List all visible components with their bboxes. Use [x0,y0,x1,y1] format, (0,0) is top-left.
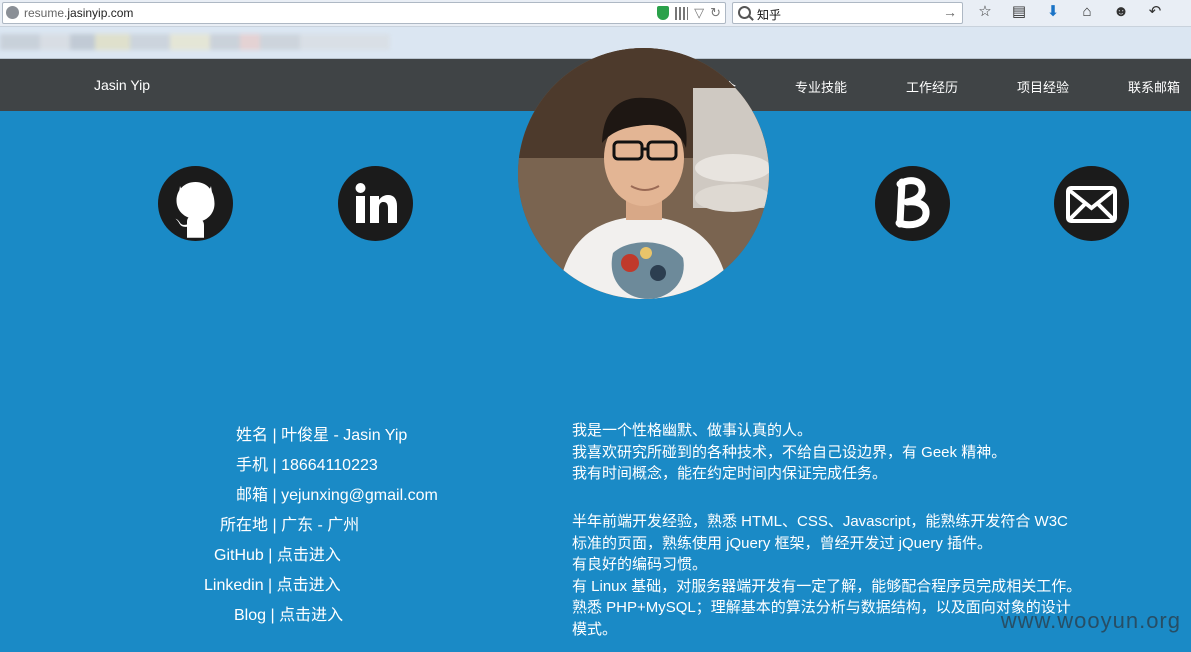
separator: | [268,487,282,504]
reload-icon[interactable]: ↻ [710,4,721,22]
profile-label: 手机 [236,457,269,474]
linkedin-link[interactable]: 点击进入 [277,577,341,594]
separator: | [263,547,277,564]
nav-item-email[interactable]: 联系邮箱 [1128,77,1180,96]
about-line: 半年前端开发经验，熟悉 HTML、CSS、Javascript，能熟练开发符合 … [572,513,1068,530]
about-line: 我是一个性格幽默、做事认真的人。 [572,422,813,439]
profile-label: 邮箱 [236,487,269,504]
globe-icon [6,6,19,19]
separator: | [268,517,282,534]
separator: | [263,577,277,594]
about-line: 我喜欢研究所碰到的各种技术，不给自己设边界，有 Geek 精神。 [572,443,1007,461]
nav-item-experience[interactable]: 工作经历 [906,77,958,96]
profile-row-phone: 手机 | 18664110223 [236,451,378,475]
profile-row-github: GitHub | 点击进入 [214,541,341,565]
address-bar[interactable]: resume.jasinyip.com ▽ ↻ [2,2,726,24]
nav-item-skills[interactable]: 专业技能 [795,77,847,96]
profile-value: 18664110223 [281,457,378,474]
profile-row-location: 所在地 | 广东 - 广州 [220,511,359,535]
profile-label: 姓名 [236,427,269,444]
watermark: www.wooyun.org [1000,608,1181,633]
github-icon[interactable] [158,166,233,241]
separator: | [268,457,282,474]
download-icon[interactable]: ⬇ [1036,2,1070,22]
blog-link[interactable]: 点击进入 [279,607,343,624]
search-bar[interactable]: 知乎 → [732,2,963,24]
separator: | [266,607,280,624]
avatar [518,48,769,299]
nav-item-projects[interactable]: 项目经验 [1017,77,1069,96]
linkedin-icon[interactable] [338,166,413,241]
profile-row-blog: Blog | 点击进入 [234,601,343,625]
home-icon[interactable]: ⌂ [1070,2,1104,22]
star-icon[interactable]: ☆ [968,2,1002,22]
browser-toolbar: resume.jasinyip.com ▽ ↻ 知乎 → ☆ ▤ ⬇ ⌂ ☻ ↶ [0,0,1191,27]
back-icon[interactable]: ↶ [1138,2,1172,22]
blog-icon[interactable] [875,166,950,241]
profile-label: 所在地 [220,517,269,534]
search-input[interactable]: 知乎 [757,6,781,23]
url-text[interactable]: resume.jasinyip.com [24,6,133,20]
site-brand[interactable]: Jasin Yip [94,77,150,93]
about-paragraph-1: 我是一个性格幽默、做事认真的人。 我喜欢研究所碰到的各种技术，不给自己设边界，有… [572,420,1006,485]
about-line: 有良好的编码习惯。 [572,556,708,573]
email-icon[interactable] [1054,166,1129,241]
separator: | [268,427,282,444]
about-line: 标准的页面，熟练使用 jQuery 框架，曾经开发过 jQuery 插件。 [572,534,993,552]
github-link[interactable]: 点击进入 [277,547,341,564]
profile-label: Blog [234,607,267,624]
profile-row-email: 邮箱 | yejunxing@gmail.com [236,481,438,505]
shield-icon[interactable] [657,6,670,20]
bookmarks-icon[interactable]: ▤ [1002,2,1036,22]
email-link[interactable]: yejunxing@gmail.com [281,487,438,504]
qrcode-icon[interactable] [675,6,689,20]
profile-label: Linkedin [204,577,264,594]
about-line: 我有时间概念，能在约定时间内保证完成任务。 [572,465,888,482]
profile-value: 广东 - 广州 [281,517,360,534]
url-domain: jasinyip.com [67,6,134,20]
chat-icon[interactable]: ☻ [1104,2,1138,22]
profile-row-name: 姓名 | 叶俊星 - Jasin Yip [236,421,407,445]
search-go-icon[interactable]: → [943,4,957,20]
profile-row-linkedin: Linkedin | 点击进入 [204,571,341,595]
dropdown-icon[interactable]: ▽ [694,4,704,22]
blurred-bookmarks [0,34,390,50]
profile-label: GitHub [214,547,264,564]
search-icon [738,6,751,19]
url-prefix: resume. [24,6,68,20]
profile-value: 叶俊星 - Jasin Yip [281,427,408,444]
about-line: 有 Linux 基础，对服务器端开发有一定了解，能够配合程序员完成相关工作。 [572,577,1082,595]
bookmarks-bar [0,27,1191,59]
